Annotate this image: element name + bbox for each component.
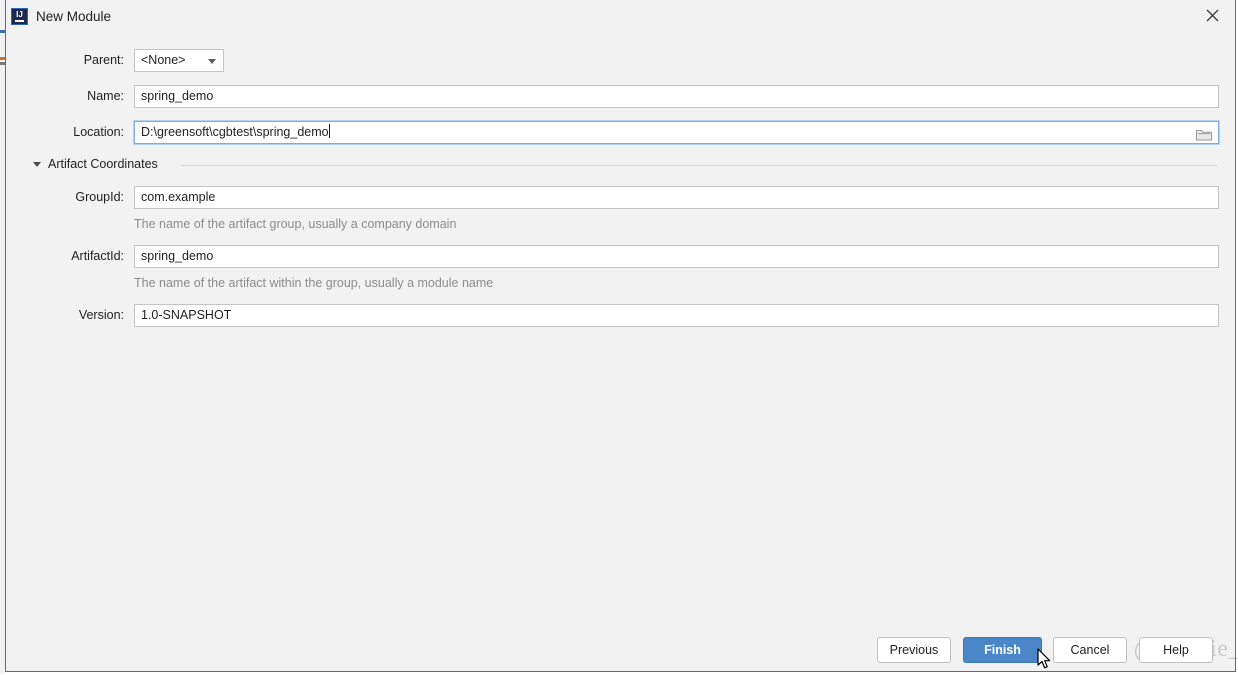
intellij-idea-icon-bar <box>15 20 24 22</box>
artifact-coordinates-section-header[interactable]: Artifact Coordinates <box>33 157 1223 173</box>
location-input[interactable]: D:\greensoft\cgbtest\spring_demo <box>134 121 1219 144</box>
dialog-title: New Module <box>36 9 112 24</box>
artifactid-label: ArtifactId: <box>71 249 124 263</box>
new-module-dialog: IJ New Module Parent: <None> Name: sprin… <box>5 0 1238 672</box>
version-input[interactable]: 1.0-SNAPSHOT <box>134 304 1219 327</box>
parent-label: Parent: <box>83 53 124 67</box>
folder-icon[interactable] <box>1196 127 1212 141</box>
section-divider <box>181 165 1217 166</box>
name-label: Name: <box>87 89 124 103</box>
artifactid-input[interactable]: spring_demo <box>134 245 1219 268</box>
artifactid-hint: The name of the artifact within the grou… <box>134 276 494 290</box>
groupid-input-value: com.example <box>141 190 216 204</box>
finish-button[interactable]: Finish <box>963 637 1042 663</box>
location-input-value: D:\greensoft\cgbtest\spring_demo <box>141 125 329 139</box>
parent-combobox-value: <None> <box>141 53 186 67</box>
name-input-value: spring_demo <box>141 89 214 103</box>
location-label: Location: <box>73 125 124 139</box>
parent-combobox[interactable]: <None> <box>134 49 224 72</box>
groupid-hint: The name of the artifact group, usually … <box>134 217 457 231</box>
triangle-down-icon <box>33 162 41 167</box>
intellij-idea-icon: IJ <box>11 8 28 25</box>
groupid-input[interactable]: com.example <box>134 186 1219 209</box>
close-icon <box>1206 9 1219 22</box>
text-caret <box>328 124 330 138</box>
version-label: Version: <box>78 308 124 322</box>
previous-button[interactable]: Previous <box>877 637 951 663</box>
name-input[interactable]: spring_demo <box>134 85 1219 108</box>
groupid-label: GroupId: <box>75 190 124 204</box>
cancel-button[interactable]: Cancel <box>1053 637 1127 663</box>
dialog-titlebar: IJ New Module <box>6 0 1235 33</box>
artifactid-input-value: spring_demo <box>141 249 214 263</box>
intellij-idea-icon-text: IJ <box>16 10 23 19</box>
artifact-coordinates-title: Artifact Coordinates <box>48 157 158 171</box>
chevron-down-icon <box>208 59 216 64</box>
version-input-value: 1.0-SNAPSHOT <box>141 308 232 322</box>
help-button[interactable]: Help <box>1139 637 1213 663</box>
close-button[interactable] <box>1190 0 1235 31</box>
